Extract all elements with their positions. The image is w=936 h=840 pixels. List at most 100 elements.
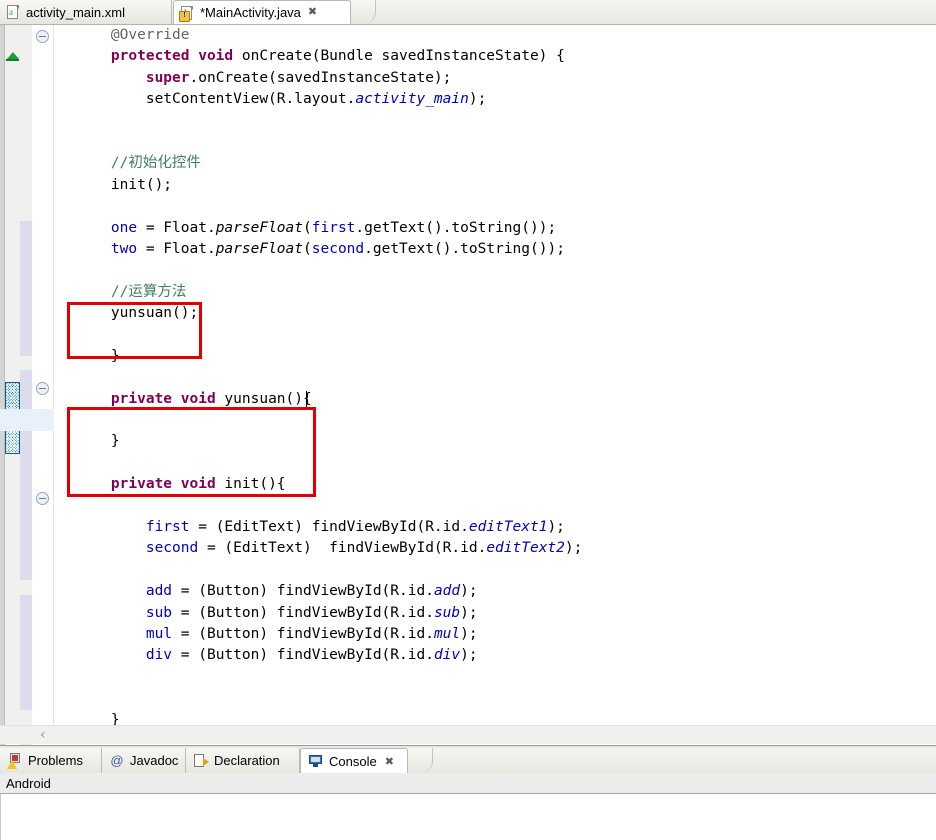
editor-tab-activity-main-xml[interactable]: a activity_main.xml: [0, 0, 172, 24]
code-token: );: [547, 518, 565, 535]
editor-tab-label: activity_main.xml: [26, 4, 125, 20]
text-caret: [306, 391, 307, 408]
chevron-left-icon[interactable]: ‹: [40, 728, 46, 742]
code-token: );: [460, 625, 478, 642]
collapse-fold-icon[interactable]: [36, 492, 49, 505]
code-token: two: [110, 240, 138, 257]
xml-file-icon-glyph: a: [9, 7, 13, 17]
code-token: //运算方法: [110, 283, 187, 300]
code-line: two = Float.parseFloat(second.getText().…: [54, 239, 936, 260]
xml-file-icon: a: [6, 4, 21, 20]
code-token: add: [145, 583, 173, 600]
code-line: yunsuan();: [54, 303, 936, 324]
green-up-arrow-icon[interactable]: [7, 52, 19, 59]
code-line: add = (Button) findViewById(R.id.add);: [54, 581, 936, 602]
code-token: yunsuan();: [76, 305, 199, 322]
bottom-tab-problems[interactable]: Problems: [0, 748, 102, 773]
code-token: div: [433, 647, 461, 664]
editor-tab-label: *MainActivity.java: [200, 5, 301, 20]
code-token: parseFloat: [215, 240, 304, 257]
bottom-tab-declaration[interactable]: Declaration: [186, 748, 300, 773]
code-token: first: [145, 518, 190, 535]
code-token: second: [145, 540, 199, 557]
code-line: //运算方法: [54, 282, 936, 303]
code-line: }: [54, 431, 936, 452]
code-token: editText2: [486, 540, 565, 557]
code-token: private void: [110, 476, 216, 493]
bottom-tab-javadoc[interactable]: @ Javadoc: [102, 748, 186, 773]
code-token: .getText().toString());: [355, 219, 557, 236]
problems-icon: [7, 752, 23, 769]
code-line: one = Float.parseFloat(first.getText().t…: [54, 218, 936, 239]
vertical-scrollbar-track[interactable]: [5, 25, 20, 725]
close-icon[interactable]: ✖: [385, 755, 394, 768]
code-line: second = (EditText) findViewById(R.id.ed…: [54, 538, 936, 559]
eclipse-window: a activity_main.xml J ! *MainActivity.ja…: [0, 0, 936, 840]
editor-tab-bar-curve: [351, 0, 376, 24]
close-icon[interactable]: ✖: [308, 7, 317, 18]
code-token: sub: [145, 604, 173, 621]
code-token: (: [303, 219, 312, 236]
console-header: Android: [0, 773, 936, 794]
code-token: = (EditText) findViewById(R.id.: [189, 518, 469, 535]
collapse-fold-icon[interactable]: [36, 382, 49, 395]
collapse-fold-icon[interactable]: [36, 30, 49, 43]
code-token: mul: [145, 625, 173, 642]
green-up-arrow-base: [6, 59, 19, 61]
change-bar: [20, 595, 32, 710]
code-token: mul: [433, 625, 461, 642]
code-token: add: [433, 583, 461, 600]
warning-badge-icon: !: [179, 10, 190, 22]
editor-tab-mainactivity-java[interactable]: J ! *MainActivity.java ✖: [173, 0, 351, 24]
bottom-tab-label: Problems: [28, 753, 83, 768]
code-token: parseFloat: [215, 219, 304, 236]
code-token: = (Button) findViewById(R.id.: [172, 583, 434, 600]
code-line: div = (Button) findViewById(R.id.div);: [54, 645, 936, 666]
horizontal-scrollbar[interactable]: [0, 725, 936, 744]
code-token: //初始化控件: [110, 155, 201, 172]
code-token: .onCreate(savedInstanceState);: [189, 69, 452, 86]
code-token: );: [468, 91, 487, 108]
code-line: protected void onCreate(Bundle savedInst…: [54, 46, 936, 67]
code-line: super.onCreate(savedInstanceState);: [54, 68, 936, 89]
console-output-area[interactable]: [0, 794, 936, 840]
code-line: init();: [54, 175, 936, 196]
javadoc-at-icon: @: [110, 752, 124, 768]
code-token: init(){: [215, 476, 286, 493]
bottom-tab-label: Declaration: [214, 753, 280, 768]
console-monitor-icon: [308, 753, 324, 769]
code-token: = (Button) findViewById(R.id.: [172, 647, 434, 664]
code-line: }: [54, 346, 936, 367]
code-token: (: [303, 240, 312, 257]
code-token: );: [460, 647, 478, 664]
code-token: );: [564, 540, 583, 557]
code-editor[interactable]: @Override protected void onCreate(Bundle…: [0, 25, 936, 745]
code-token: = Float.: [137, 219, 216, 236]
bottom-view-panel: Problems @ Javadoc Declaration Console ✖: [0, 745, 936, 840]
code-text-area[interactable]: @Override protected void onCreate(Bundle…: [54, 25, 936, 728]
editor-tab-bar: a activity_main.xml J ! *MainActivity.ja…: [0, 0, 936, 25]
code-token: sub: [433, 604, 461, 621]
code-line: sub = (Button) findViewById(R.id.sub);: [54, 603, 936, 624]
bottom-tab-console[interactable]: Console ✖: [300, 748, 408, 773]
code-line: mul = (Button) findViewById(R.id.mul);: [54, 624, 936, 645]
code-token: protected void: [110, 48, 234, 65]
bottom-tab-bar: Problems @ Javadoc Declaration Console ✖: [0, 748, 936, 773]
